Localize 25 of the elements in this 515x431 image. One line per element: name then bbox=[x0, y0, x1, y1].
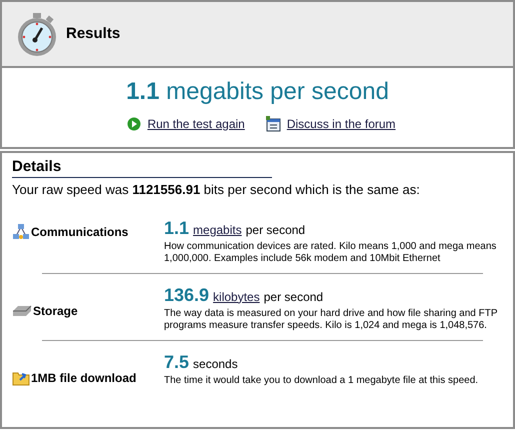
text-link[interactable]: Run the test again bbox=[127, 115, 245, 133]
unit-link[interactable]: kilobytes bbox=[213, 288, 260, 306]
page-title: Results bbox=[66, 24, 120, 44]
speed-value: 7.5 bbox=[164, 350, 190, 372]
speed-value: 1.1 bbox=[164, 216, 190, 238]
row-label: Communications bbox=[31, 224, 128, 240]
text-link[interactable]: Discuss in the forum bbox=[264, 115, 396, 133]
row-description: How communication devices are rated. Kilo means 1,000 and mega means 1,000,000. Examples include 56k modem and 10Mbit Ethernet bbox=[164, 240, 498, 264]
play-icon bbox=[127, 117, 142, 131]
row-description: The time it would take you to download a 1 megabyte file at this speed. bbox=[164, 374, 480, 386]
section-heading: Details bbox=[12, 157, 272, 178]
unit-suffix: per second bbox=[264, 288, 324, 306]
speed-value: 136.9 bbox=[164, 284, 210, 306]
unit-link[interactable]: megabits bbox=[193, 220, 242, 238]
unit-text: seconds bbox=[193, 356, 238, 372]
speed-result: 1.1 megabits per second bbox=[126, 77, 389, 107]
row-description: The way data is measured on your hard drive and how file sharing and FTP programs measure transfer speeds. Kilo is 1,024 and mega is 1,048,576. bbox=[164, 308, 498, 332]
notepad-icon bbox=[264, 116, 281, 132]
unit-suffix: per second bbox=[246, 222, 306, 238]
raw-speed-text: Your raw speed was 1121556.91 bits per second which is the same as: bbox=[12, 181, 421, 199]
network-icon bbox=[12, 222, 30, 240]
row-label: Storage bbox=[33, 302, 78, 320]
row-label: 1MB file download bbox=[31, 370, 136, 386]
hard-drive-icon bbox=[12, 304, 32, 316]
folder-icon bbox=[12, 370, 30, 386]
